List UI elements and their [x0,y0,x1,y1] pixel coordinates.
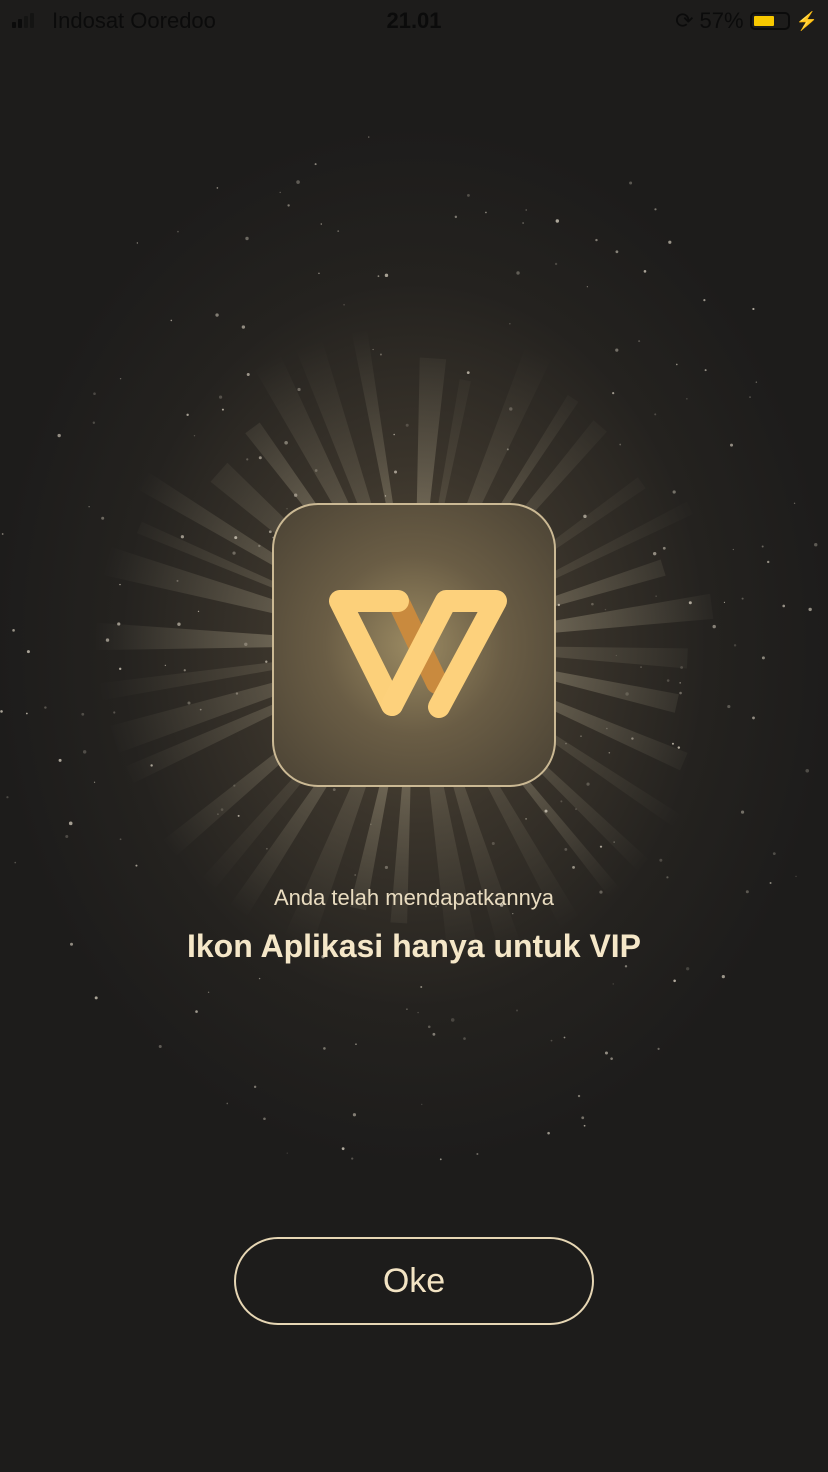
vip-app-icon [272,503,556,787]
battery-percent: 57% [699,8,744,33]
battery-icon [749,12,790,30]
status-bar: Indosat Ooredoo 21.01 ⟳ 57% ⚡ [0,0,828,42]
ok-button[interactable]: Oke [234,1237,594,1325]
dialog-subtitle: Anda telah mendapatkannya [273,885,555,910]
dialog-title: Ikon Aplikasi hanya untuk VIP [186,928,642,964]
charging-icon: ⚡ [795,10,818,31]
rotation-lock-icon: ⟳ [675,8,694,33]
wps-logo-icon [329,590,507,718]
